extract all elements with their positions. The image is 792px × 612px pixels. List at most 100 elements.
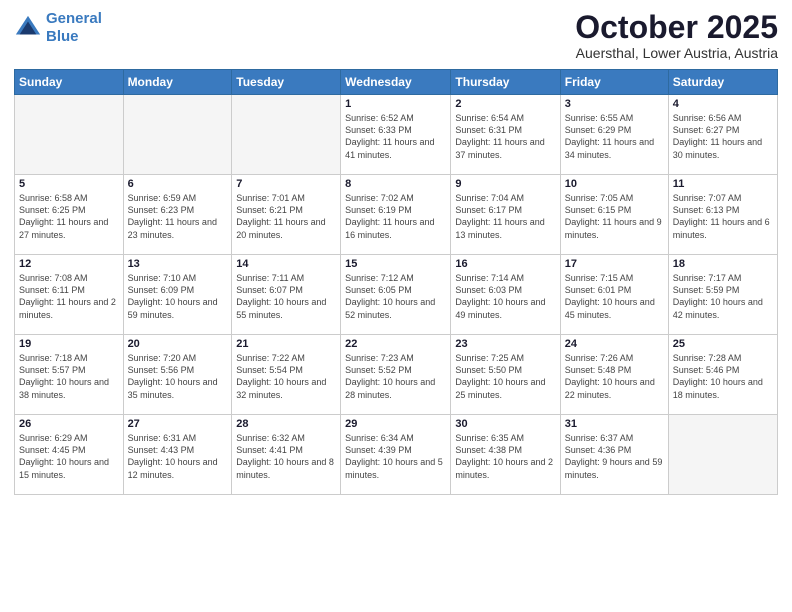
- calendar-week-1: 5 Sunrise: 6:58 AM Sunset: 6:25 PM Daylig…: [15, 175, 778, 255]
- day-info: Sunrise: 7:01 AM Sunset: 6:21 PM Dayligh…: [236, 192, 336, 241]
- day-number: 16: [455, 258, 555, 270]
- day-number: 12: [19, 258, 119, 270]
- calendar-cell: 21Sunrise: 7:22 AM Sunset: 5:54 PM Dayli…: [232, 335, 341, 415]
- day-number: 21: [236, 338, 336, 350]
- day-info: Sunrise: 7:15 AM Sunset: 6:01 PM Dayligh…: [565, 272, 664, 321]
- calendar-cell: 6Sunrise: 6:59 AM Sunset: 6:23 PM Daylig…: [123, 175, 232, 255]
- day-number: 2: [455, 98, 555, 110]
- day-info: Sunrise: 7:26 AM Sunset: 5:48 PM Dayligh…: [565, 352, 664, 401]
- calendar-cell: 2 Sunrise: 6:54 AM Sunset: 6:31 PM Daylig…: [451, 95, 560, 175]
- day-info: Sunrise: 7:20 AM Sunset: 5:56 PM Dayligh…: [128, 352, 228, 401]
- header: General Blue October 2025 Auersthal, Low…: [14, 10, 778, 61]
- day-number: 14: [236, 258, 336, 270]
- calendar-week-2: 12 Sunrise: 7:08 AM Sunset: 6:11 PM Dayli…: [15, 255, 778, 335]
- calendar-cell: 22Sunrise: 7:23 AM Sunset: 5:52 PM Dayli…: [341, 335, 451, 415]
- day-info: Sunrise: 6:35 AM Sunset: 4:38 PM Dayligh…: [455, 432, 555, 481]
- calendar-cell: 8 Sunrise: 7:02 AM Sunset: 6:19 PM Daylig…: [341, 175, 451, 255]
- logo-text: General Blue: [46, 10, 102, 46]
- calendar-cell: [232, 95, 341, 175]
- weekday-header-monday: Monday: [123, 70, 232, 95]
- day-number: 29: [345, 418, 446, 430]
- calendar-cell: 17 Sunrise: 7:15 AM Sunset: 6:01 PM Dayli…: [560, 255, 668, 335]
- day-number: 28: [236, 418, 336, 430]
- weekday-header-saturday: Saturday: [668, 70, 777, 95]
- day-info: Sunrise: 7:18 AM Sunset: 5:57 PM Dayligh…: [19, 352, 119, 401]
- calendar-week-3: 19 Sunrise: 7:18 AM Sunset: 5:57 PM Dayli…: [15, 335, 778, 415]
- day-number: 8: [345, 178, 446, 190]
- day-number: 30: [455, 418, 555, 430]
- calendar-cell: 10Sunrise: 7:05 AM Sunset: 6:15 PM Dayli…: [560, 175, 668, 255]
- logo-icon: [14, 14, 42, 42]
- calendar-cell: 15 Sunrise: 7:12 AM Sunset: 6:05 PM Dayli…: [341, 255, 451, 335]
- weekday-header-sunday: Sunday: [15, 70, 124, 95]
- day-number: 5: [19, 178, 119, 190]
- calendar-cell: 24 Sunrise: 7:26 AM Sunset: 5:48 PM Dayli…: [560, 335, 668, 415]
- day-info: Sunrise: 7:04 AM Sunset: 6:17 PM Dayligh…: [455, 192, 555, 241]
- calendar-cell: 4 Sunrise: 6:56 AM Sunset: 6:27 PM Daylig…: [668, 95, 777, 175]
- day-info: Sunrise: 7:10 AM Sunset: 6:09 PM Dayligh…: [128, 272, 228, 321]
- day-info: Sunrise: 7:02 AM Sunset: 6:19 PM Dayligh…: [345, 192, 446, 241]
- calendar-cell: 27 Sunrise: 6:31 AM Sunset: 4:43 PM Dayli…: [123, 415, 232, 495]
- day-number: 11: [673, 178, 773, 190]
- day-info: Sunrise: 6:59 AM Sunset: 6:23 PM Dayligh…: [128, 192, 228, 241]
- day-number: 9: [455, 178, 555, 190]
- day-number: 17: [565, 258, 664, 270]
- day-info: Sunrise: 7:05 AM Sunset: 6:15 PM Dayligh…: [565, 192, 664, 241]
- day-info: Sunrise: 6:52 AM Sunset: 6:33 PM Dayligh…: [345, 112, 446, 161]
- calendar-cell: 14Sunrise: 7:11 AM Sunset: 6:07 PM Dayli…: [232, 255, 341, 335]
- calendar-cell: 28Sunrise: 6:32 AM Sunset: 4:41 PM Dayli…: [232, 415, 341, 495]
- day-info: Sunrise: 7:17 AM Sunset: 5:59 PM Dayligh…: [673, 272, 773, 321]
- day-number: 13: [128, 258, 228, 270]
- day-info: Sunrise: 7:07 AM Sunset: 6:13 PM Dayligh…: [673, 192, 773, 241]
- day-number: 19: [19, 338, 119, 350]
- calendar-week-0: 1 Sunrise: 6:52 AM Sunset: 6:33 PM Daylig…: [15, 95, 778, 175]
- weekday-header-friday: Friday: [560, 70, 668, 95]
- day-info: Sunrise: 6:58 AM Sunset: 6:25 PM Dayligh…: [19, 192, 119, 241]
- day-info: Sunrise: 7:14 AM Sunset: 6:03 PM Dayligh…: [455, 272, 555, 321]
- calendar-cell: 12 Sunrise: 7:08 AM Sunset: 6:11 PM Dayli…: [15, 255, 124, 335]
- calendar-cell: 23 Sunrise: 7:25 AM Sunset: 5:50 PM Dayli…: [451, 335, 560, 415]
- calendar-table: SundayMondayTuesdayWednesdayThursdayFrid…: [14, 69, 778, 495]
- calendar-cell: 9 Sunrise: 7:04 AM Sunset: 6:17 PM Daylig…: [451, 175, 560, 255]
- calendar-cell: 16 Sunrise: 7:14 AM Sunset: 6:03 PM Dayli…: [451, 255, 560, 335]
- day-info: Sunrise: 7:12 AM Sunset: 6:05 PM Dayligh…: [345, 272, 446, 321]
- day-number: 26: [19, 418, 119, 430]
- day-number: 22: [345, 338, 446, 350]
- calendar-cell: 7 Sunrise: 7:01 AM Sunset: 6:21 PM Daylig…: [232, 175, 341, 255]
- day-info: Sunrise: 7:08 AM Sunset: 6:11 PM Dayligh…: [19, 272, 119, 321]
- calendar-cell: 11 Sunrise: 7:07 AM Sunset: 6:13 PM Dayli…: [668, 175, 777, 255]
- weekday-header-thursday: Thursday: [451, 70, 560, 95]
- page: General Blue October 2025 Auersthal, Low…: [0, 0, 792, 612]
- day-number: 24: [565, 338, 664, 350]
- day-number: 15: [345, 258, 446, 270]
- month-title: October 2025: [575, 10, 778, 45]
- calendar-cell: [123, 95, 232, 175]
- day-info: Sunrise: 7:25 AM Sunset: 5:50 PM Dayligh…: [455, 352, 555, 401]
- calendar-cell: [668, 415, 777, 495]
- calendar-cell: 26Sunrise: 6:29 AM Sunset: 4:45 PM Dayli…: [15, 415, 124, 495]
- day-number: 23: [455, 338, 555, 350]
- day-number: 1: [345, 98, 446, 110]
- day-number: 4: [673, 98, 773, 110]
- calendar-cell: 5 Sunrise: 6:58 AM Sunset: 6:25 PM Daylig…: [15, 175, 124, 255]
- day-info: Sunrise: 6:31 AM Sunset: 4:43 PM Dayligh…: [128, 432, 228, 481]
- calendar-cell: 1 Sunrise: 6:52 AM Sunset: 6:33 PM Daylig…: [341, 95, 451, 175]
- day-number: 31: [565, 418, 664, 430]
- day-number: 7: [236, 178, 336, 190]
- day-number: 3: [565, 98, 664, 110]
- calendar-cell: 18Sunrise: 7:17 AM Sunset: 5:59 PM Dayli…: [668, 255, 777, 335]
- calendar-header-row: SundayMondayTuesdayWednesdayThursdayFrid…: [15, 70, 778, 95]
- logo-general: General: [46, 10, 102, 27]
- weekday-header-tuesday: Tuesday: [232, 70, 341, 95]
- day-info: Sunrise: 6:54 AM Sunset: 6:31 PM Dayligh…: [455, 112, 555, 161]
- calendar-cell: 30 Sunrise: 6:35 AM Sunset: 4:38 PM Dayli…: [451, 415, 560, 495]
- day-info: Sunrise: 6:56 AM Sunset: 6:27 PM Dayligh…: [673, 112, 773, 161]
- calendar-week-4: 26Sunrise: 6:29 AM Sunset: 4:45 PM Dayli…: [15, 415, 778, 495]
- calendar-cell: 29Sunrise: 6:34 AM Sunset: 4:39 PM Dayli…: [341, 415, 451, 495]
- weekday-header-wednesday: Wednesday: [341, 70, 451, 95]
- calendar-cell: [15, 95, 124, 175]
- calendar-cell: 3Sunrise: 6:55 AM Sunset: 6:29 PM Daylig…: [560, 95, 668, 175]
- calendar-cell: 31Sunrise: 6:37 AM Sunset: 4:36 PM Dayli…: [560, 415, 668, 495]
- day-number: 27: [128, 418, 228, 430]
- title-block: October 2025 Auersthal, Lower Austria, A…: [575, 10, 778, 61]
